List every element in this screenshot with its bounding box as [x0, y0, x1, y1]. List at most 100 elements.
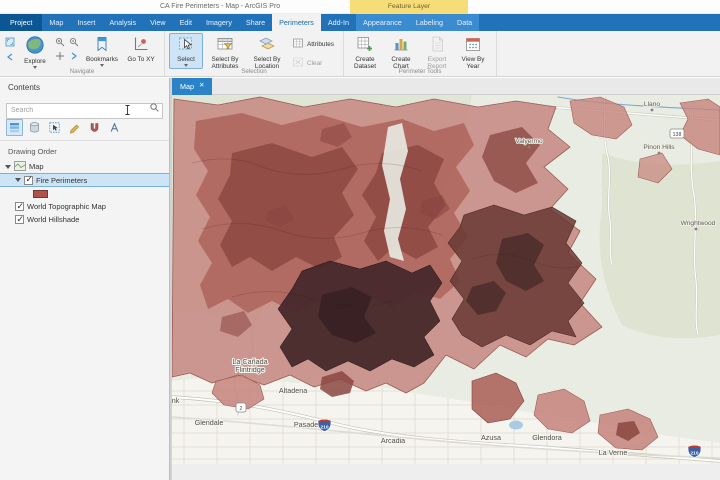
drawing-order-label: Drawing Order — [8, 147, 57, 156]
layer-node-fire-perimeters[interactable]: Fire Perimeters — [0, 173, 169, 187]
expander-icon[interactable] — [15, 178, 21, 182]
fire-perimeters-swatch[interactable] — [33, 189, 48, 198]
map-view-panel: Map ✕ Llano Pinon Hills Valyermo Wrightw… — [172, 78, 720, 480]
map-node-icon — [14, 160, 26, 173]
view-by-year-button[interactable]: View By Year — [456, 33, 490, 73]
fire-perimeter-polygon — [218, 143, 358, 271]
ribbon-group-navigate: Explore Bookmarks Go To XY Navigate — [0, 31, 165, 76]
layer-node-map[interactable]: Map — [0, 160, 169, 173]
tab-share[interactable]: Share — [239, 14, 272, 31]
tab-add-in[interactable]: Add-In — [321, 14, 356, 31]
ribbon: Explore Bookmarks Go To XY Navigate Sele… — [0, 31, 720, 77]
map-label-glendora: Glendora — [532, 433, 562, 442]
contents-toolbar — [0, 115, 169, 139]
go-to-xy-button[interactable]: Go To XY — [124, 33, 158, 65]
svg-text:210: 210 — [320, 424, 328, 430]
ribbon-tab-bar: Project Map Insert Analysis View Edit Im… — [0, 14, 720, 31]
close-icon[interactable]: ✕ — [199, 83, 204, 90]
full-extent-icon[interactable] — [4, 36, 16, 48]
tab-view[interactable]: View — [143, 14, 172, 31]
select-by-location-button[interactable]: Select By Location — [247, 33, 287, 73]
route-shield-2: 2 — [235, 402, 247, 413]
tab-labeling[interactable]: Labeling — [408, 14, 450, 31]
tab-imagery[interactable]: Imagery — [199, 14, 239, 31]
arcgis-pro-window: CA Fire Perimeters - Map - ArcGIS Pro Fe… — [0, 0, 720, 480]
titlebar: CA Fire Perimeters - Map - ArcGIS Pro Fe… — [0, 0, 720, 14]
tab-analysis[interactable]: Analysis — [102, 14, 143, 31]
map-canvas[interactable]: Llano Pinon Hills Valyermo Wrightwood La… — [172, 95, 720, 464]
layer-node-world-hillshade[interactable]: World Hillshade — [0, 213, 169, 226]
select-icon — [177, 35, 195, 55]
fire-perimeters-checkbox[interactable] — [24, 174, 33, 185]
go-to-xy-icon — [132, 35, 150, 55]
export-report-icon — [428, 35, 446, 55]
window-title: CA Fire Perimeters - Map - ArcGIS Pro — [160, 3, 281, 10]
dropdown-caret-icon — [184, 64, 188, 68]
text-cursor-pointer — [124, 102, 131, 115]
zoom-out-icon[interactable] — [68, 36, 80, 48]
select-by-location-icon — [258, 35, 276, 55]
map-label-flintridge: Flintridge — [235, 365, 265, 374]
attributes-icon — [292, 37, 304, 51]
search-input[interactable] — [6, 102, 163, 119]
tab-perimeters[interactable]: Perimeters — [272, 14, 321, 31]
attributes-button[interactable]: Attributes — [289, 36, 337, 52]
tab-project[interactable]: Project — [0, 14, 43, 31]
list-by-selection-icon[interactable] — [46, 119, 63, 136]
map-label-altadena: Altadena — [279, 386, 307, 395]
list-by-drawing-order-icon[interactable] — [6, 119, 23, 136]
previous-extent-icon[interactable] — [4, 51, 16, 63]
svg-text:138: 138 — [673, 132, 682, 138]
dropdown-caret-icon — [100, 64, 104, 68]
tab-edit[interactable]: Edit — [173, 14, 199, 31]
group-label-navigate: Navigate — [69, 68, 95, 75]
map-label-pinon-hills: Pinon Hills — [643, 144, 675, 151]
create-chart-icon — [392, 35, 410, 55]
tab-appearance[interactable]: Appearance — [356, 14, 409, 31]
reservoir — [509, 420, 523, 430]
map-label-la-verne: La Verne — [599, 448, 628, 457]
explore-button[interactable]: Explore — [18, 33, 52, 71]
svg-text:210: 210 — [690, 450, 698, 456]
world-topographic-checkbox[interactable] — [15, 201, 24, 212]
ribbon-group-selection: Select Select By Attributes Select By Lo… — [165, 31, 344, 76]
map-view-tab[interactable]: Map ✕ — [172, 78, 213, 95]
workspace: Contents Search Drawing Order Map ✓ Fire… — [0, 78, 720, 480]
layer-node-world-topographic-map[interactable]: World Topographic Map — [0, 200, 169, 213]
next-extent-icon[interactable] — [68, 50, 80, 62]
create-dataset-button[interactable]: Create Dataset — [348, 33, 382, 73]
bookmarks-button[interactable]: Bookmarks — [82, 33, 122, 69]
map-label-azusa: Azusa — [481, 433, 501, 442]
map-label-llano: Llano — [644, 101, 660, 108]
list-by-labeling-icon[interactable] — [106, 119, 123, 136]
zoom-in-icon[interactable] — [54, 36, 66, 48]
select-by-attributes-button[interactable]: Select By Attributes — [205, 33, 245, 73]
pan-icon[interactable] — [54, 50, 66, 62]
expander-icon[interactable] — [5, 164, 11, 169]
tab-data[interactable]: Data — [450, 14, 480, 31]
tab-map[interactable]: Map — [42, 14, 70, 31]
select-by-attributes-icon — [216, 35, 234, 55]
map-label-burbank: Burbank — [172, 396, 180, 405]
create-dataset-icon — [356, 35, 374, 55]
map-label-arcadia: Arcadia — [381, 436, 405, 445]
export-report-button[interactable]: Export Report — [420, 33, 454, 73]
list-by-source-icon[interactable] — [26, 119, 43, 136]
layer-legend-row — [0, 187, 169, 200]
bookmarks-icon — [93, 35, 111, 55]
tab-insert[interactable]: Insert — [70, 14, 102, 31]
search-icon[interactable] — [149, 102, 160, 113]
contents-pane: Contents Search Drawing Order Map ✓ Fire… — [0, 78, 170, 480]
select-button[interactable]: Select — [169, 33, 203, 70]
world-hillshade-checkbox[interactable] — [15, 214, 24, 225]
svg-text:2: 2 — [240, 406, 243, 412]
group-label-selection: Selection — [241, 68, 267, 75]
feature-layer-contextual-tab[interactable]: Feature Layer — [350, 0, 468, 14]
map-label-glendale: Glendale — [195, 418, 224, 427]
list-by-editing-icon[interactable] — [66, 119, 83, 136]
view-tab-bar: Map ✕ — [172, 78, 720, 95]
view-by-year-icon — [464, 35, 482, 55]
list-by-snapping-icon[interactable] — [86, 119, 103, 136]
explore-icon — [25, 35, 45, 57]
create-chart-button[interactable]: Create Chart — [384, 33, 418, 73]
